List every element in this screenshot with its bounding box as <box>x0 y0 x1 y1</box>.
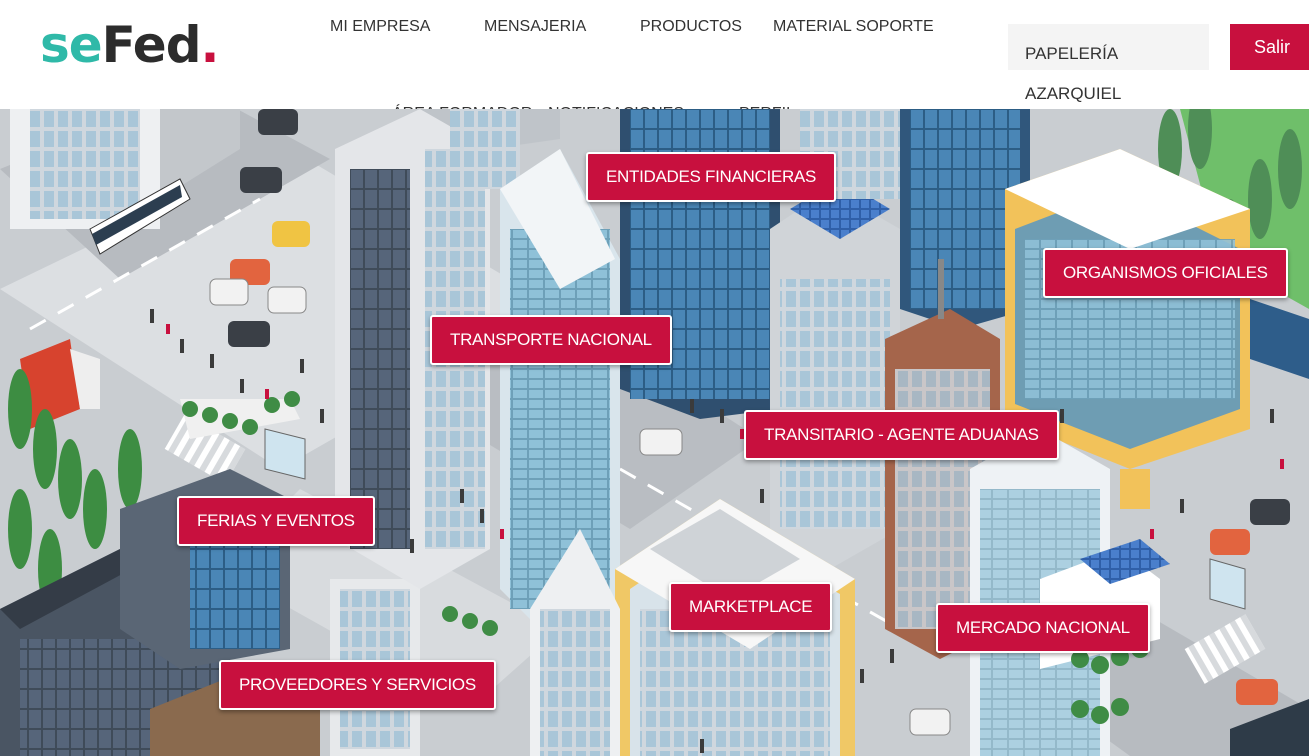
logo-dot: . <box>200 16 220 74</box>
logo-part2: Fed <box>101 16 202 74</box>
map-label-organismos-oficiales[interactable]: ORGANISMOS OFICIALES <box>1043 248 1288 298</box>
map-label-marketplace[interactable]: MARKETPLACE <box>669 582 833 632</box>
nav-notificaciones[interactable]: NOTIFICACIONES <box>548 99 684 109</box>
map-label-proveedores-y-servicios[interactable]: PROVEEDORES Y SERVICIOS <box>219 660 496 710</box>
map-label-entidades-financieras[interactable]: ENTIDADES FINANCIERAS <box>586 152 837 202</box>
logo-part1: se <box>40 16 103 74</box>
nav-mensajeria[interactable]: MENSAJERIA <box>484 18 586 36</box>
city-illustration <box>0 109 1309 756</box>
nav-productos[interactable]: PRODUCTOS <box>640 18 742 36</box>
map-label-ferias-y-eventos[interactable]: FERIAS Y EVENTOS <box>177 496 375 546</box>
user-name: PAPELERÍA AZARQUIEL <box>1025 44 1122 103</box>
header: seFed. MI EMPRESA MENSAJERIA PRODUCTOS M… <box>0 0 1309 109</box>
sefed-logo[interactable]: seFed. <box>40 10 220 80</box>
nav-area-formador[interactable]: ÁREA FORMADOR <box>392 99 532 109</box>
nav-material-soporte[interactable]: MATERIAL SOPORTE <box>773 18 934 36</box>
nav-mi-empresa[interactable]: MI EMPRESA <box>330 18 430 36</box>
map-label-transporte-nacional[interactable]: TRANSPORTE NACIONAL <box>430 315 672 365</box>
logout-button[interactable]: Salir <box>1230 24 1309 70</box>
nav-perfil[interactable]: PERFIL <box>739 99 795 109</box>
map-label-mercado-nacional[interactable]: MERCADO NACIONAL <box>936 603 1150 653</box>
map-label-transitario-agente-aduanas[interactable]: TRANSITARIO - AGENTE ADUANAS <box>744 410 1059 460</box>
